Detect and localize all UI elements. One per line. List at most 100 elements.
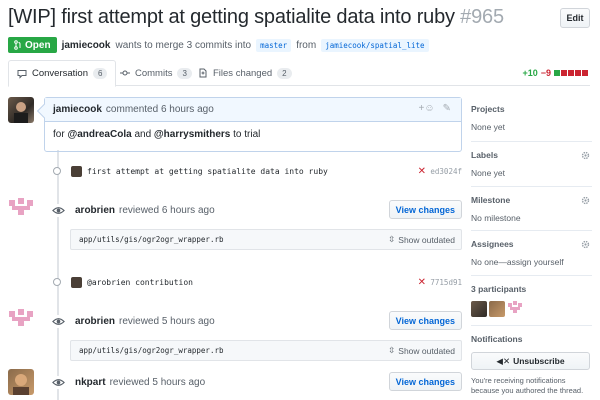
sidebar-title: Notifications <box>471 334 523 344</box>
sidebar-title: 3 participants <box>471 284 527 294</box>
review-meta[interactable]: reviewed 6 hours ago <box>119 205 215 216</box>
avatar[interactable] <box>8 197 34 223</box>
tab-files-changed[interactable]: Files changed 2 <box>190 60 300 86</box>
avatar[interactable] <box>71 165 82 177</box>
gear-icon[interactable] <box>581 196 590 205</box>
deletions-count: −9 <box>540 68 551 78</box>
commit-icon <box>53 167 61 175</box>
comment-text: and <box>134 129 152 140</box>
from-text: from <box>296 39 317 51</box>
sidebar-notifications: Notifications ◀✕ Unsubscribe You're rece… <box>471 326 592 396</box>
file-diff-icon <box>199 68 207 78</box>
sidebar-title: Milestone <box>471 195 511 205</box>
pr-title: [WIP] first attempt at getting spatialit… <box>8 6 590 29</box>
review-meta[interactable]: reviewed 5 hours ago <box>110 377 206 388</box>
avatar[interactable] <box>471 301 487 317</box>
avatar[interactable] <box>8 308 34 334</box>
view-changes-button[interactable]: View changes <box>388 372 462 391</box>
pr-author-link[interactable]: jamiecook <box>62 40 111 51</box>
edit-button[interactable]: Edit <box>560 8 590 28</box>
comment-text: for <box>53 129 65 140</box>
unsubscribe-button[interactable]: ◀✕ Unsubscribe <box>471 352 590 370</box>
sidebar-labels[interactable]: Labels None yet <box>471 142 592 187</box>
sidebar-milestone[interactable]: Milestone No milestone <box>471 187 592 231</box>
identicon-arobrien <box>8 308 34 334</box>
avatar[interactable] <box>71 276 82 288</box>
diffstat-block <box>554 70 560 76</box>
mute-icon: ◀✕ <box>496 355 511 366</box>
unfold-icon: ⇳ <box>388 345 396 355</box>
pull-request-icon <box>14 40 21 50</box>
diffstat-blocks <box>554 70 588 76</box>
review-author[interactable]: arobrien <box>75 205 115 216</box>
review-item: arobrien reviewed 6 hours ago View chang… <box>50 198 462 222</box>
avatar[interactable] <box>8 369 34 395</box>
mention-link[interactable]: @andreaCola <box>67 129 131 140</box>
comment-box: jamiecook commented 6 hours ago +☺ ✎ for… <box>36 97 462 152</box>
sidebar-participants: 3 participants <box>471 276 592 326</box>
view-changes-button[interactable]: View changes <box>388 311 462 330</box>
gear-icon[interactable] <box>581 240 590 249</box>
view-changes-button[interactable]: View changes <box>388 200 462 219</box>
base-branch[interactable]: master <box>256 38 292 52</box>
pr-tabs: Conversation 6 Commits 3 Files changed 2… <box>8 60 590 87</box>
state-label: Open <box>25 39 51 51</box>
eye-icon <box>52 375 65 389</box>
commit-message[interactable]: first attempt at getting spatialite data… <box>87 167 328 176</box>
review-file: app/utils/gis/ogr2ogr_wrapper.rb ⇳ Show … <box>70 229 462 250</box>
show-outdated-button[interactable]: ⇳ Show outdated <box>388 345 455 356</box>
review-item: nkpart reviewed 5 hours ago View changes <box>50 370 462 394</box>
review-author[interactable]: arobrien <box>75 316 115 327</box>
comment-body: for @andreaCola and @harrysmithers to tr… <box>45 122 461 147</box>
sidebar-title: Assignees <box>471 239 514 249</box>
tab-conversation[interactable]: Conversation 6 <box>8 60 117 87</box>
edit-pencil-icon[interactable]: ✎ <box>443 103 451 114</box>
review-author[interactable]: nkpart <box>75 377 106 388</box>
commit-sha[interactable]: 7715d91 <box>430 278 462 287</box>
participant-avatars <box>471 301 592 317</box>
head-branch[interactable]: jamiecook/spatial_lite <box>321 38 429 52</box>
status-fail-icon[interactable]: ✕ <box>418 277 426 288</box>
show-outdated-button[interactable]: ⇳ Show outdated <box>388 234 455 245</box>
tab-counter: 6 <box>92 68 108 79</box>
eye-icon <box>52 203 65 217</box>
comment-text: to trial <box>233 129 261 140</box>
comment-meta[interactable]: commented 6 hours ago <box>106 104 214 115</box>
pr-header: [WIP] first attempt at getting spatialit… <box>8 6 590 36</box>
avatar[interactable] <box>489 301 505 317</box>
diffstat-block <box>575 70 581 76</box>
file-path[interactable]: app/utils/gis/ogr2ogr_wrapper.rb <box>79 346 224 355</box>
notification-reason: You're receiving notifications because y… <box>471 376 584 396</box>
eye-icon <box>52 314 65 328</box>
review-meta[interactable]: reviewed 5 hours ago <box>119 316 215 327</box>
commit-icon <box>53 278 61 286</box>
sidebar-assignees[interactable]: Assignees No one—assign yourself <box>471 231 592 276</box>
identicon <box>508 301 522 313</box>
pr-number: #965 <box>460 6 504 28</box>
unfold-icon: ⇳ <box>388 234 396 244</box>
sidebar-value[interactable]: No one—assign yourself <box>471 257 592 267</box>
diffstat-block <box>568 70 574 76</box>
file-path[interactable]: app/utils/gis/ogr2ogr_wrapper.rb <box>79 235 224 244</box>
sidebar-title: Projects <box>471 104 505 114</box>
commit-sha[interactable]: ed3024f <box>430 167 462 176</box>
avatar[interactable] <box>8 97 34 123</box>
tab-commits[interactable]: Commits 3 <box>112 60 200 86</box>
commit-item: @arobrien contribution ✕ 7715d91 <box>50 273 462 291</box>
comment-actions: +☺ ✎ <box>419 103 451 114</box>
add-reaction-icon[interactable]: +☺ <box>419 103 435 114</box>
gear-icon[interactable] <box>581 151 590 160</box>
mention-link[interactable]: @harrysmithers <box>154 129 230 140</box>
sidebar: Projects None yet Labels None yet Milest… <box>471 96 592 396</box>
sidebar-projects: Projects None yet <box>471 96 592 142</box>
diffstat-block <box>582 70 588 76</box>
pr-title-text: [WIP] first attempt at getting spatialit… <box>8 6 455 28</box>
avatar[interactable] <box>507 301 523 317</box>
commit-message[interactable]: @arobrien contribution <box>87 278 193 287</box>
comment-header: jamiecook commented 6 hours ago <box>45 98 461 122</box>
comment-author[interactable]: jamiecook <box>53 104 102 115</box>
status-fail-icon[interactable]: ✕ <box>418 166 426 177</box>
commit-item: first attempt at getting spatialite data… <box>50 162 462 180</box>
additions-count: +10 <box>522 68 538 78</box>
tab-label: Files changed <box>213 67 273 79</box>
